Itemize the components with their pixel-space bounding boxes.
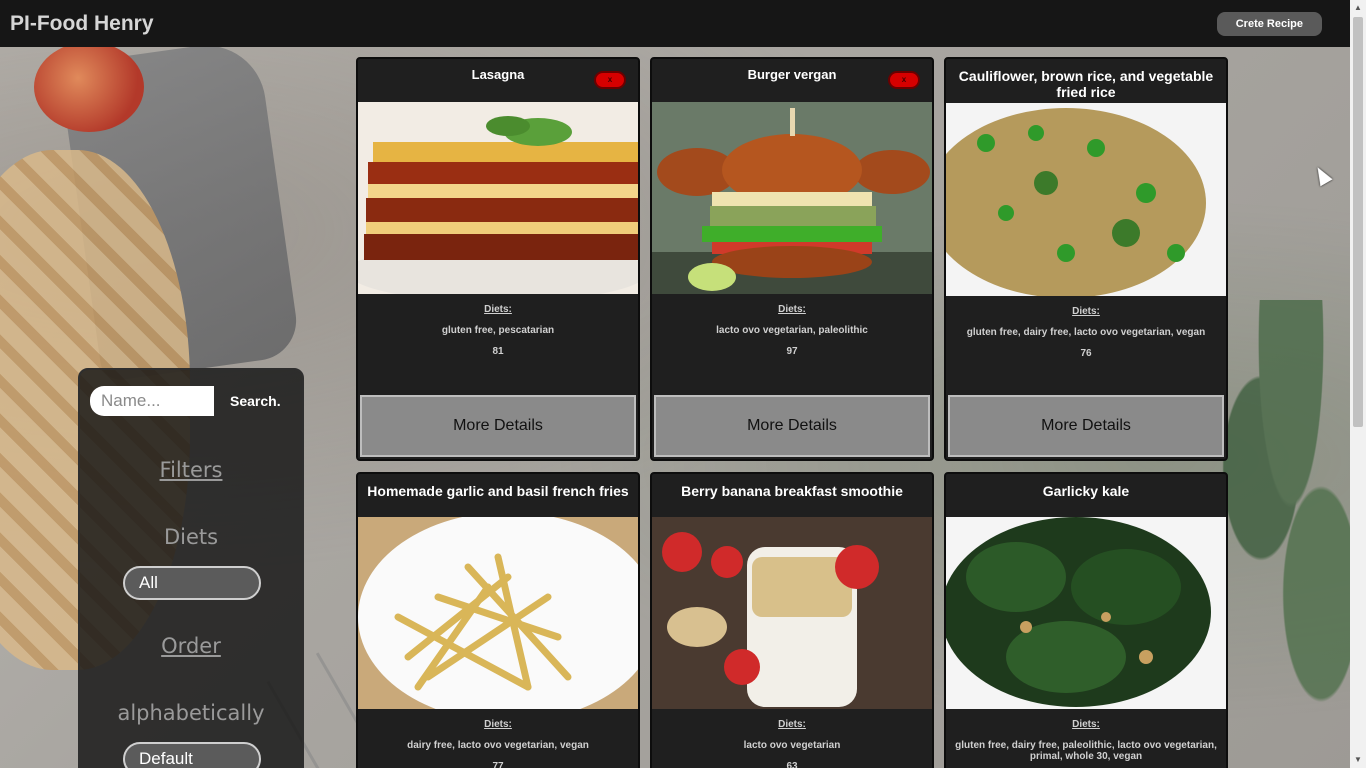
diets-label: Diets: [778, 719, 806, 730]
background-leaves-image [1216, 300, 1366, 720]
background-apple-image [34, 42, 144, 132]
search-bar: Search. [90, 386, 281, 416]
page-scrollbar[interactable]: ▲ ▼ [1350, 0, 1366, 768]
recipe-title-text: Homemade garlic and basil french fries [367, 483, 629, 499]
recipe-title: Cauliflower, brown rice, and vegetable f… [946, 59, 1226, 102]
scroll-up-arrow-icon[interactable]: ▲ [1350, 0, 1366, 16]
recipe-body: Diets: lacto ovo vegetarian 63 [652, 719, 932, 768]
scroll-down-arrow-icon[interactable]: ▼ [1350, 752, 1366, 768]
recipe-card: Berry banana breakfast smoothie Diets: l… [650, 472, 934, 768]
brand-title[interactable]: PI-Food Henry [10, 12, 154, 36]
recipe-diets: gluten free, dairy free, lacto ovo veget… [966, 327, 1206, 338]
recipe-diets: lacto ovo vegetarian, paleolithic [716, 325, 868, 336]
recipe-health-score: 63 [786, 761, 798, 768]
recipe-body: Diets: dairy free, lacto ovo vegetarian,… [358, 719, 638, 768]
more-details-button[interactable]: More Details [948, 395, 1224, 457]
recipe-health-score: 76 [1080, 348, 1092, 359]
search-button[interactable]: Search. [230, 393, 281, 409]
filters-heading[interactable]: Filters [80, 458, 302, 482]
recipe-card: Garlicky kale Diets: gluten free, dairy … [944, 472, 1228, 768]
recipe-card: Homemade garlic and basil french fries D… [356, 472, 640, 768]
diets-label: Diets: [484, 719, 512, 730]
recipe-diets: gluten free, dairy free, paleolithic, la… [955, 740, 1217, 762]
more-details-button[interactable]: More Details [654, 395, 930, 457]
kale-image [946, 517, 1226, 709]
recipe-title: Burger vergan x [652, 59, 932, 102]
recipe-title-text: Lasagna [471, 67, 525, 82]
recipe-title-text: Berry banana breakfast smoothie [681, 483, 903, 499]
recipe-title-text: Cauliflower, brown rice, and vegetable f… [958, 68, 1214, 100]
delete-button[interactable]: x [888, 71, 920, 89]
search-input[interactable] [90, 386, 214, 416]
recipe-health-score: 81 [492, 346, 504, 357]
alphabetically-heading: alphabetically [117, 701, 265, 725]
mouse-cursor-icon [1311, 163, 1333, 187]
order-select[interactable]: Default [123, 742, 261, 768]
recipe-body: Diets: gluten free, dairy free, lacto ov… [946, 306, 1226, 359]
diets-select[interactable]: All [123, 566, 261, 600]
smoothie-image [652, 517, 932, 709]
fried-rice-image [946, 103, 1226, 296]
recipe-diets: lacto ovo vegetarian [743, 740, 841, 751]
recipe-card: Cauliflower, brown rice, and vegetable f… [944, 57, 1228, 461]
diets-label: Diets: [778, 304, 806, 315]
lasagna-image [358, 102, 638, 294]
recipe-title-text: Garlicky kale [1042, 483, 1130, 499]
diets-label: Diets: [1072, 719, 1100, 730]
recipe-title: Berry banana breakfast smoothie [652, 474, 932, 517]
navbar: PI-Food Henry Crete Recipe [0, 0, 1350, 47]
more-details-button[interactable]: More Details [360, 395, 636, 457]
order-heading[interactable]: Order [80, 634, 302, 658]
recipe-title: Garlicky kale [946, 474, 1226, 517]
recipe-diets: gluten free, pescatarian [441, 325, 555, 336]
recipe-body: Diets: gluten free, dairy free, paleolit… [946, 719, 1226, 762]
french-fries-image [358, 517, 638, 709]
recipe-body: Diets: gluten free, pescatarian 81 [358, 304, 638, 357]
recipe-title: Homemade garlic and basil french fries [358, 474, 638, 517]
diets-heading: Diets [163, 525, 219, 549]
burger-image [652, 102, 932, 294]
recipe-card: Lasagna x Diets: gluten free, pescataria… [356, 57, 640, 461]
scrollbar-thumb[interactable] [1353, 17, 1363, 427]
recipe-health-score: 97 [786, 346, 798, 357]
filter-sidebar: Search. Filters Diets All Order alphabet… [78, 368, 304, 768]
recipe-health-score: 77 [492, 761, 504, 768]
recipe-title: Lasagna x [358, 59, 638, 102]
diets-label: Diets: [484, 304, 512, 315]
delete-button[interactable]: x [594, 71, 626, 89]
recipe-body: Diets: lacto ovo vegetarian, paleolithic… [652, 304, 932, 357]
recipe-title-text: Burger vergan [747, 67, 837, 82]
diets-label: Diets: [1072, 306, 1100, 317]
create-recipe-button[interactable]: Crete Recipe [1216, 11, 1322, 36]
recipe-card: Burger vergan x Diets: lacto ovo vegetar… [650, 57, 934, 461]
recipe-diets: dairy free, lacto ovo vegetarian, vegan [407, 740, 589, 751]
